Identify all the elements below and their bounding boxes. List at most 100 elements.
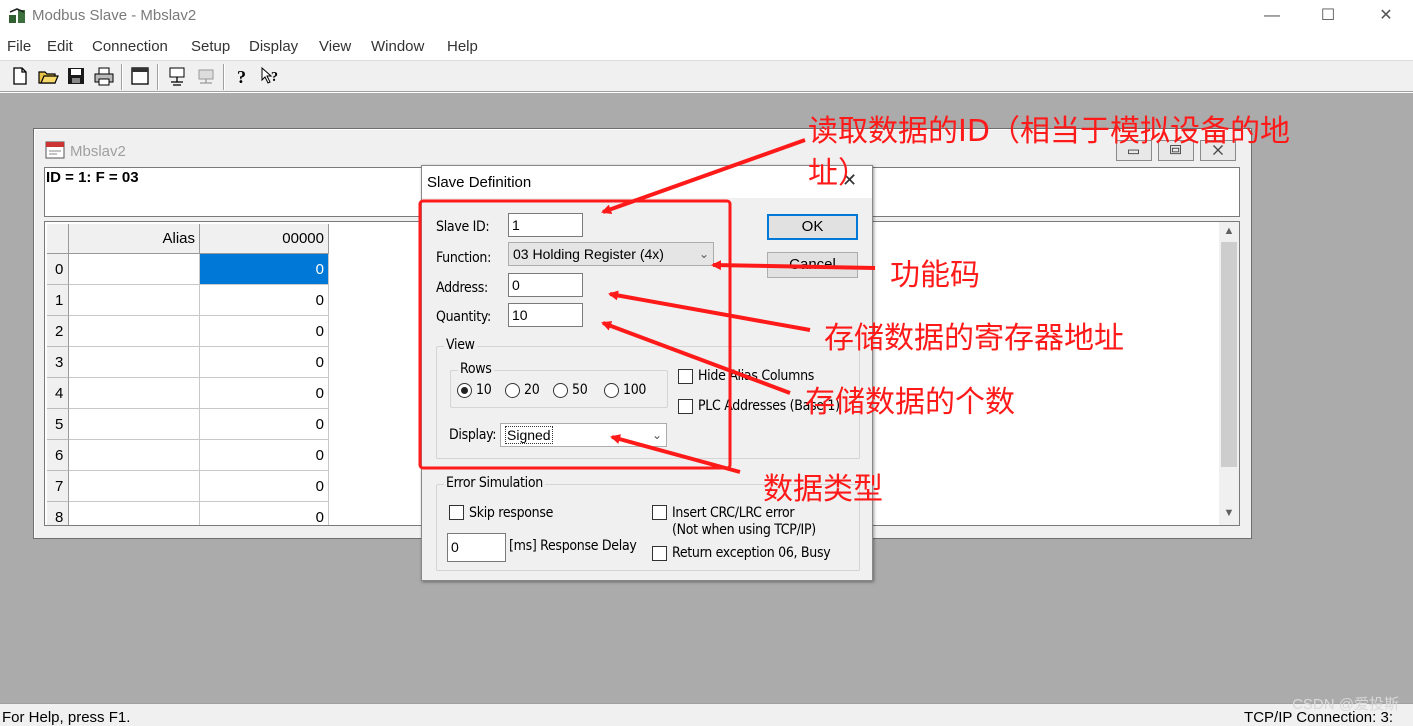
response-delay-input[interactable]: 0 xyxy=(447,533,506,562)
return-exception-label: Return exception 06, Busy xyxy=(672,545,831,561)
register-value-cell[interactable]: 0 xyxy=(200,409,329,440)
app-icon xyxy=(9,8,25,23)
minimize-button[interactable]: — xyxy=(1249,4,1295,30)
toolbar: ? ? xyxy=(0,60,1413,92)
rows-100-radio[interactable] xyxy=(604,383,619,398)
close-button[interactable]: ✕ xyxy=(1363,4,1409,30)
rows-100-label: 100 xyxy=(623,382,647,398)
insert-crc-checkbox[interactable] xyxy=(652,505,667,520)
function-label: Function: xyxy=(436,250,492,266)
app-title: Modbus Slave - Mbslav2 xyxy=(32,7,197,24)
return-exception-checkbox[interactable] xyxy=(652,546,667,561)
rows-20-radio[interactable] xyxy=(505,383,520,398)
function-value: 03 Holding Register (4x) xyxy=(513,246,664,262)
alias-cell[interactable] xyxy=(69,347,200,378)
alias-cell[interactable] xyxy=(69,285,200,316)
dialog-title: Slave Definition xyxy=(427,174,532,191)
scrollbar-thumb[interactable] xyxy=(1221,242,1237,467)
alias-cell[interactable] xyxy=(69,471,200,502)
insert-crc-note: (Not when using TCP/IP) xyxy=(672,522,816,538)
row-number[interactable]: 4 xyxy=(47,378,69,409)
skip-response-label: Skip response xyxy=(469,505,554,521)
row-number[interactable]: 6 xyxy=(47,440,69,471)
scroll-down-icon[interactable]: ▼ xyxy=(1219,504,1239,522)
rows-20-label: 20 xyxy=(524,382,540,398)
annotation-register-address: 存储数据的寄存器地址 xyxy=(824,321,1124,356)
alias-cell[interactable] xyxy=(69,502,200,525)
cancel-button[interactable]: Cancel xyxy=(767,252,858,278)
row-number[interactable]: 0 xyxy=(47,254,69,285)
display-label: Display: xyxy=(449,427,497,443)
status-bar: For Help, press F1. TCP/IP Connection: 3… xyxy=(0,703,1413,726)
register-value-cell[interactable]: 0 xyxy=(200,347,329,378)
slave-id-label: Slave ID: xyxy=(436,219,490,235)
quantity-label: Quantity: xyxy=(436,309,491,325)
menu-edit[interactable]: Edit xyxy=(47,38,73,55)
menu-setup[interactable]: Setup xyxy=(191,38,230,55)
context-help-icon[interactable]: ? xyxy=(259,65,281,87)
print-icon[interactable] xyxy=(93,65,115,87)
display-select[interactable]: Signed ⌄ xyxy=(500,423,667,447)
slave-definition-dialog[interactable]: Slave Definition ✕ Slave ID: 1 Function:… xyxy=(421,165,873,581)
annotation-slave-id-line1: 读取数据的ID（相当于模拟设备的地 xyxy=(808,114,1290,149)
alias-column-header[interactable]: Alias xyxy=(69,224,200,254)
grid-corner xyxy=(47,224,69,254)
svg-text:?: ? xyxy=(271,70,278,85)
skip-response-checkbox[interactable] xyxy=(449,505,464,520)
toolbar-separator xyxy=(157,64,159,90)
hide-alias-label: Hide Alias Columns xyxy=(698,368,815,384)
rows-10-radio[interactable] xyxy=(457,383,472,398)
help-icon[interactable]: ? xyxy=(231,65,253,87)
hide-alias-checkbox[interactable] xyxy=(678,369,693,384)
row-number[interactable]: 7 xyxy=(47,471,69,502)
response-delay-label: [ms] Response Delay xyxy=(509,538,637,554)
address-column-header[interactable]: 00000 xyxy=(200,224,329,254)
annotation-data-type: 数据类型 xyxy=(763,472,883,507)
menu-file[interactable]: File xyxy=(7,38,31,55)
ok-button[interactable]: OK xyxy=(767,214,858,240)
disconnect-icon[interactable] xyxy=(195,65,217,87)
register-value-cell[interactable]: 0 xyxy=(200,316,329,347)
quantity-input[interactable]: 10 xyxy=(508,303,583,327)
menu-connection[interactable]: Connection xyxy=(92,38,168,55)
register-value-cell[interactable]: 0 xyxy=(200,254,329,285)
view-group-label: View xyxy=(444,337,477,353)
plc-addresses-checkbox[interactable] xyxy=(678,399,693,414)
register-value-cell[interactable]: 0 xyxy=(200,440,329,471)
open-icon[interactable] xyxy=(37,65,59,87)
register-value-cell[interactable]: 0 xyxy=(200,471,329,502)
scroll-up-icon[interactable]: ▲ xyxy=(1219,222,1239,240)
row-number[interactable]: 2 xyxy=(47,316,69,347)
save-icon[interactable] xyxy=(65,65,87,87)
row-number[interactable]: 8 xyxy=(47,502,69,525)
alias-cell[interactable] xyxy=(69,254,200,285)
alias-cell[interactable] xyxy=(69,409,200,440)
connect-icon[interactable] xyxy=(167,65,189,87)
status-id-function: ID = 1: F = 03 xyxy=(46,169,139,186)
vertical-scrollbar[interactable]: ▲ ▼ xyxy=(1219,222,1239,525)
alias-cell[interactable] xyxy=(69,316,200,347)
menu-window[interactable]: Window xyxy=(371,38,424,55)
document-icon xyxy=(45,141,65,159)
alias-cell[interactable] xyxy=(69,440,200,471)
address-input[interactable]: 0 xyxy=(508,273,583,297)
register-value-cell[interactable]: 0 xyxy=(200,285,329,316)
register-value-cell[interactable]: 0 xyxy=(200,502,329,525)
menu-display[interactable]: Display xyxy=(249,38,298,55)
register-value-cell[interactable]: 0 xyxy=(200,378,329,409)
row-number[interactable]: 3 xyxy=(47,347,69,378)
address-label: Address: xyxy=(436,280,488,296)
child-window-title: Mbslav2 xyxy=(70,143,126,160)
rows-50-radio[interactable] xyxy=(553,383,568,398)
menu-help[interactable]: Help xyxy=(447,38,478,55)
menu-view[interactable]: View xyxy=(319,38,351,55)
alias-cell[interactable] xyxy=(69,378,200,409)
toolbar-separator xyxy=(223,64,225,90)
function-select[interactable]: 03 Holding Register (4x) ⌄ xyxy=(508,242,714,266)
maximize-button[interactable]: ☐ xyxy=(1305,4,1351,30)
slave-id-input[interactable]: 1 xyxy=(508,213,583,237)
row-number[interactable]: 1 xyxy=(47,285,69,316)
new-icon[interactable] xyxy=(9,65,31,87)
row-number[interactable]: 5 xyxy=(47,409,69,440)
window-icon[interactable] xyxy=(129,65,151,87)
